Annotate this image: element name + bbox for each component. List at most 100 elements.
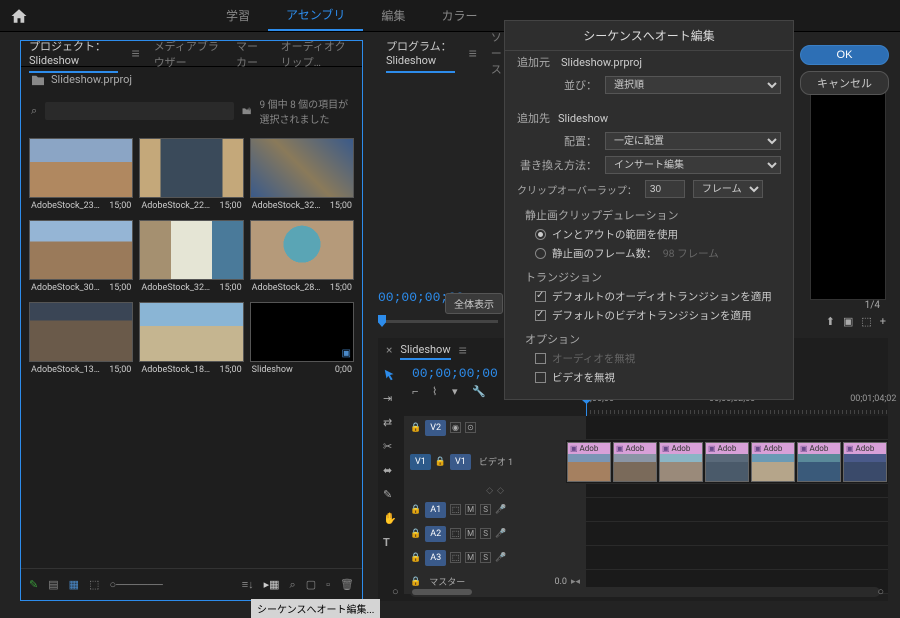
media-item[interactable]: AdobeStock_138362... 15;00	[29, 302, 133, 378]
lock-icon[interactable]: 🔒	[410, 553, 421, 563]
export-frame-icon[interactable]: ⬆	[826, 315, 835, 328]
overlap-unit-select[interactable]: フレーム	[693, 180, 763, 198]
new-bin-button-icon[interactable]: ▢	[306, 578, 316, 591]
mute-button[interactable]: M	[465, 528, 476, 539]
snap-icon[interactable]: ⌐	[412, 385, 424, 397]
lock-icon[interactable]: 🔒	[410, 505, 421, 515]
media-item[interactable]: AdobeStock_320408... 15;00	[139, 220, 243, 296]
media-thumbnail[interactable]	[139, 302, 243, 362]
settings-icon[interactable]: ⬚	[861, 315, 871, 328]
media-thumbnail[interactable]	[250, 138, 354, 198]
media-thumbnail[interactable]	[29, 138, 133, 198]
expand-icon[interactable]: ◇	[497, 486, 504, 496]
new-bin-icon[interactable]	[242, 105, 251, 117]
check-ignore-video[interactable]	[535, 372, 546, 383]
workspace-tab-assembly[interactable]: アセンブリ	[268, 0, 363, 31]
lock-icon[interactable]: 🔒	[410, 423, 421, 433]
track-output-icon[interactable]: ⬚	[450, 528, 461, 539]
track-sync-lock-icon[interactable]: ⊙	[465, 422, 476, 433]
find-icon[interactable]: ⌕	[290, 578, 296, 592]
track-v1-content[interactable]: ▣ Adob ▣ Adob ▣ Adob ▣ Adob ▣ Adob ▣ Ado…	[566, 440, 888, 483]
freeform-view-icon[interactable]: ⬚	[89, 578, 99, 591]
media-thumbnail[interactable]	[139, 220, 243, 280]
automate-to-sequence-icon[interactable]: ▸▦	[264, 578, 280, 591]
zoom-dropdown[interactable]: 全体表示	[445, 293, 503, 314]
ripple-edit-tool-icon[interactable]: ⇄	[383, 416, 397, 430]
track-output-icon[interactable]: ⬚	[450, 552, 461, 563]
media-item[interactable]: AdobeStock_306745... 15;00	[29, 220, 133, 296]
write-icon[interactable]: ✎	[29, 578, 38, 591]
tab-media-browser[interactable]: メディアブラウザー	[154, 34, 222, 74]
razor-tool-icon[interactable]: ✂	[383, 440, 397, 454]
zoom-slider[interactable]: ○──────	[109, 578, 162, 591]
mic-icon[interactable]: 🎤	[495, 553, 506, 563]
track-a2-content[interactable]	[586, 522, 888, 545]
scrollbar-thumb[interactable]	[412, 589, 472, 595]
radio-frames[interactable]	[535, 248, 546, 259]
media-item[interactable]: AdobeStock_234356... 15;00	[29, 138, 133, 214]
close-sequence-icon[interactable]: ×	[386, 343, 392, 357]
order-select[interactable]: 選択順	[605, 76, 781, 94]
trash-icon[interactable]: 🗑	[340, 578, 354, 591]
media-item[interactable]: AdobeStock_225485... 15;00	[139, 138, 243, 214]
new-item-icon[interactable]: ▫	[326, 578, 330, 591]
timeline-panel-menu-icon[interactable]: ≡	[459, 342, 467, 359]
check-video-trans[interactable]	[535, 310, 546, 321]
ok-button[interactable]: OK	[800, 45, 889, 65]
lock-icon[interactable]: 🔒	[435, 457, 446, 467]
track-v1-source[interactable]: V1	[410, 454, 431, 470]
hand-tool-icon[interactable]: ✋	[383, 512, 397, 526]
button-editor-icon[interactable]: +	[880, 315, 886, 328]
timeline-clip[interactable]: ▣ Adob	[567, 442, 611, 482]
tab-program[interactable]: プログラム：Slideshow	[386, 34, 455, 73]
media-thumbnail[interactable]	[29, 220, 133, 280]
radio-in-out[interactable]	[535, 229, 546, 240]
solo-button[interactable]: S	[480, 528, 491, 539]
solo-button[interactable]: S	[480, 552, 491, 563]
media-item[interactable]: AdobeStock_287251... 15;00	[250, 220, 354, 296]
check-ignore-audio[interactable]	[535, 353, 546, 364]
project-search-input[interactable]	[45, 102, 234, 120]
media-thumbnail[interactable]	[250, 220, 354, 280]
sort-icon[interactable]: ≡↓	[242, 578, 254, 591]
mute-button[interactable]: M	[465, 504, 476, 515]
home-icon[interactable]	[10, 7, 28, 25]
mic-icon[interactable]: 🎤	[495, 505, 506, 515]
track-a2-label[interactable]: A2	[425, 526, 446, 542]
workspace-tab-color[interactable]: カラー	[423, 1, 495, 30]
tab-project[interactable]: プロジェクト：Slideshow	[29, 34, 118, 73]
track-a3-content[interactable]	[586, 546, 888, 569]
slip-tool-icon[interactable]: ⬌	[383, 464, 397, 478]
track-a1-content[interactable]	[586, 498, 888, 521]
program-playhead-slider[interactable]	[378, 312, 498, 326]
track-toggle-output-icon[interactable]: ◉	[450, 422, 461, 433]
timeline-timecode[interactable]: 00;00;00;00	[412, 366, 498, 381]
timeline-scrollbar[interactable]: ○ ○	[410, 587, 880, 597]
solo-button[interactable]: S	[480, 504, 491, 515]
method-select[interactable]: インサート編集	[605, 156, 781, 174]
marker-icon[interactable]: ▾	[452, 385, 464, 397]
track-output-icon[interactable]: ⬚	[450, 504, 461, 515]
cancel-button[interactable]: キャンセル	[800, 71, 889, 95]
track-a1-label[interactable]: A1	[425, 502, 446, 518]
tab-audio-clip[interactable]: オーディオクリップ…	[281, 34, 354, 74]
media-thumbnail[interactable]: ▣	[250, 302, 354, 362]
overlap-input[interactable]	[645, 180, 685, 198]
track-select-tool-icon[interactable]: ⇥	[383, 392, 397, 406]
placement-select[interactable]: 一定に配置	[605, 132, 781, 150]
list-view-icon[interactable]: ▤	[48, 578, 58, 591]
media-item[interactable]: AdobeStock_182518... 15;00	[139, 302, 243, 378]
scroll-right-icon[interactable]: ○	[877, 585, 884, 598]
timeline-clip[interactable]: ▣ Adob	[705, 442, 749, 482]
workspace-tab-learn[interactable]: 学習	[208, 1, 268, 30]
scroll-left-icon[interactable]: ○	[392, 585, 399, 598]
settings-wrench-icon[interactable]: 🔧	[472, 385, 484, 397]
timeline-clip[interactable]: ▣ Adob	[797, 442, 841, 482]
check-audio-trans[interactable]	[535, 291, 546, 302]
mic-icon[interactable]: 🎤	[495, 529, 506, 539]
workspace-tab-edit[interactable]: 編集	[363, 1, 423, 30]
selection-tool-icon[interactable]	[383, 368, 397, 382]
type-tool-icon[interactable]: T	[383, 536, 397, 550]
timeline-clip[interactable]: ▣ Adob	[751, 442, 795, 482]
linked-selection-icon[interactable]: ⌇	[432, 385, 444, 397]
